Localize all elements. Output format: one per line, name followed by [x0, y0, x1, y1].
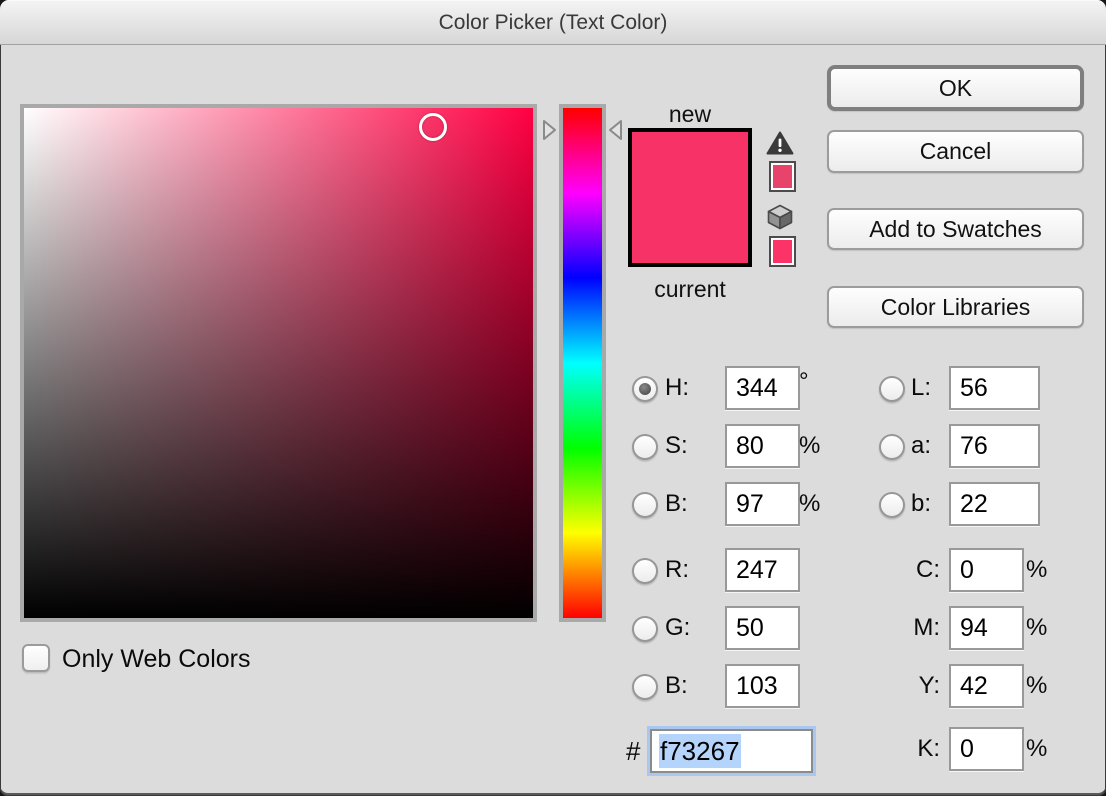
new-current-swatch — [628, 128, 752, 267]
black-field[interactable]: 0 — [949, 727, 1024, 771]
yellow-unit: % — [1026, 672, 1047, 700]
black-unit: % — [1026, 735, 1047, 763]
cyan-unit: % — [1026, 556, 1047, 584]
saturation-brightness-field[interactable] — [20, 104, 537, 622]
cyan-field[interactable]: 0 — [949, 548, 1024, 592]
only-web-colors-label: Only Web Colors — [62, 645, 251, 673]
blue-label: B: — [665, 672, 688, 700]
dialog-title: Color Picker (Text Color) — [0, 0, 1106, 45]
red-field[interactable]: 247 — [725, 548, 800, 592]
hue-unit: ° — [799, 368, 809, 396]
lab-l-field[interactable]: 56 — [949, 366, 1040, 410]
hue-arrow-right-icon[interactable] — [541, 118, 558, 142]
lab-a-field[interactable]: 76 — [949, 424, 1040, 468]
green-field[interactable]: 50 — [725, 606, 800, 650]
brightness-unit: % — [799, 490, 820, 518]
saturation-field[interactable]: 80 — [725, 424, 800, 468]
lab-a-label: a: — [911, 432, 931, 460]
color-libraries-button[interactable]: Color Libraries — [827, 286, 1084, 328]
brightness-field[interactable]: 97 — [725, 482, 800, 526]
hue-arrow-left-icon[interactable] — [607, 118, 624, 142]
red-label: R: — [665, 556, 689, 584]
radio-saturation[interactable] — [632, 434, 658, 460]
yellow-label: Y: — [872, 672, 940, 700]
gamut-warning-icon[interactable] — [766, 131, 794, 155]
add-to-swatches-button[interactable]: Add to Swatches — [827, 208, 1084, 250]
lab-l-label: L: — [911, 374, 931, 402]
web-safe-color-swatch[interactable] — [769, 236, 796, 267]
radio-lab-l[interactable] — [879, 376, 905, 402]
saturation-label: S: — [665, 432, 688, 460]
radio-green[interactable] — [632, 616, 658, 642]
hex-selected-text: f73267 — [659, 734, 741, 768]
radio-blue[interactable] — [632, 674, 658, 700]
new-color-swatch — [632, 132, 748, 198]
hue-label: H: — [665, 374, 689, 402]
hex-hash-label: # — [626, 737, 640, 765]
lab-b-field[interactable]: 22 — [949, 482, 1040, 526]
color-picker-dialog: Color Picker (Text Color) new current OK… — [0, 0, 1106, 796]
magenta-label: M: — [872, 614, 940, 642]
brightness-label: B: — [665, 490, 688, 518]
cancel-button[interactable]: Cancel — [827, 130, 1084, 173]
radio-lab-a[interactable] — [879, 434, 905, 460]
blue-field[interactable]: 103 — [725, 664, 800, 708]
radio-hue[interactable] — [632, 376, 658, 402]
ok-button[interactable]: OK — [827, 65, 1084, 111]
color-field-marker[interactable] — [419, 113, 447, 141]
radio-brightness[interactable] — [632, 492, 658, 518]
hue-field[interactable]: 344 — [725, 366, 800, 410]
lab-b-label: b: — [911, 490, 931, 518]
gamut-safe-color-swatch[interactable] — [769, 161, 796, 192]
only-web-colors-checkbox[interactable] — [22, 644, 50, 672]
magenta-field[interactable]: 94 — [949, 606, 1024, 650]
current-color-swatch[interactable] — [632, 198, 748, 264]
hue-slider[interactable] — [559, 104, 606, 622]
hex-input[interactable]: f73267 — [650, 729, 813, 773]
green-label: G: — [665, 614, 690, 642]
black-label: K: — [872, 735, 940, 763]
title-bar[interactable]: Color Picker (Text Color) — [0, 0, 1106, 45]
yellow-field[interactable]: 42 — [949, 664, 1024, 708]
current-color-label: current — [628, 276, 752, 303]
saturation-unit: % — [799, 432, 820, 460]
magenta-unit: % — [1026, 614, 1047, 642]
web-safe-cube-icon[interactable] — [767, 204, 793, 230]
new-color-label: new — [628, 101, 752, 128]
radio-lab-b[interactable] — [879, 492, 905, 518]
cyan-label: C: — [872, 556, 940, 584]
radio-red[interactable] — [632, 558, 658, 584]
